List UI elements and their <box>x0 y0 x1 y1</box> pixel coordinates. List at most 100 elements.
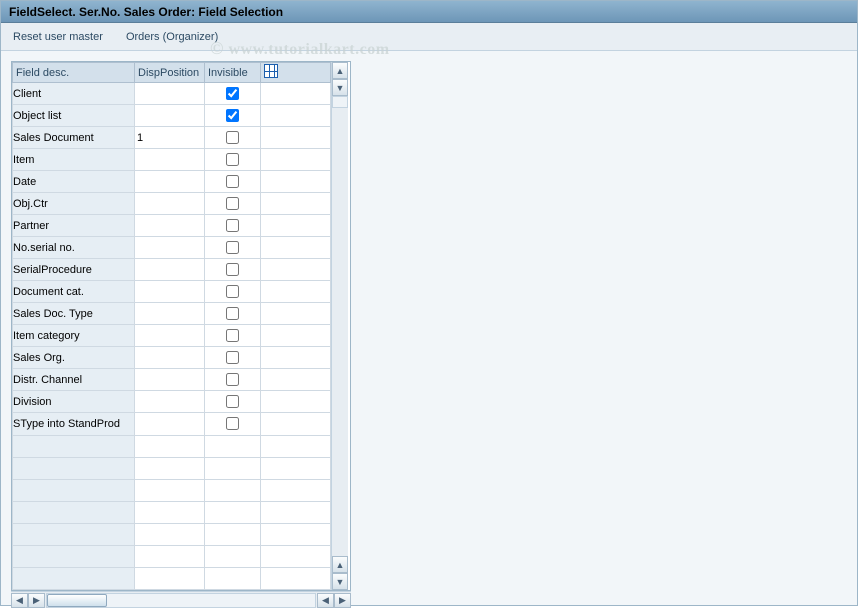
blank-cell <box>261 413 331 435</box>
empty-cell <box>205 457 261 479</box>
col-header-field-desc[interactable]: Field desc. <box>13 63 135 83</box>
field-desc-cell: Sales Org. <box>13 347 135 369</box>
field-desc-cell: Division <box>13 391 135 413</box>
scroll-down-button[interactable]: ▼ <box>332 79 348 96</box>
invisible-cell <box>205 149 261 171</box>
disp-position-input[interactable] <box>135 172 204 191</box>
empty-cell <box>205 435 261 457</box>
invisible-cell <box>205 193 261 215</box>
scroll-right-button[interactable]: ▶ <box>28 593 45 608</box>
empty-cell <box>205 567 261 589</box>
table-row: Partner <box>13 215 331 237</box>
disp-position-input[interactable] <box>135 370 204 389</box>
blank-cell <box>261 237 331 259</box>
empty-cell <box>261 435 331 457</box>
disp-position-cell <box>135 193 205 215</box>
invisible-checkbox[interactable] <box>226 417 239 430</box>
table-row: SerialProcedure <box>13 259 331 281</box>
table-row-empty <box>13 457 331 479</box>
table-row: Date <box>13 171 331 193</box>
vertical-scrollbar[interactable]: ▲ ▼ ▲ ▼ <box>331 62 348 590</box>
horizontal-scrollbar[interactable]: ◀ ▶ ◀ ▶ <box>11 591 351 608</box>
field-desc-cell: Distr. Channel <box>13 369 135 391</box>
invisible-checkbox[interactable] <box>226 241 239 254</box>
disp-position-input[interactable] <box>135 392 204 411</box>
col-header-invisible[interactable]: Invisible <box>205 63 261 83</box>
invisible-cell <box>205 105 261 127</box>
invisible-checkbox[interactable] <box>226 219 239 232</box>
field-desc-cell: Partner <box>13 215 135 237</box>
disp-position-input[interactable] <box>135 414 204 433</box>
invisible-checkbox[interactable] <box>226 351 239 364</box>
table-row-empty <box>13 523 331 545</box>
disp-position-input[interactable] <box>135 326 204 345</box>
field-desc-cell: Date <box>13 171 135 193</box>
invisible-checkbox[interactable] <box>226 307 239 320</box>
scroll-up-bottom-button[interactable]: ▲ <box>332 556 348 573</box>
col-header-select-columns[interactable] <box>261 63 331 83</box>
blank-cell <box>261 149 331 171</box>
invisible-cell <box>205 281 261 303</box>
field-selection-table: Field desc. DispPosition Invisible Clien… <box>11 61 351 591</box>
blank-cell <box>261 391 331 413</box>
invisible-checkbox[interactable] <box>226 197 239 210</box>
disp-position-cell <box>135 83 205 105</box>
disp-position-input[interactable] <box>135 128 204 147</box>
invisible-cell <box>205 303 261 325</box>
invisible-cell <box>205 215 261 237</box>
scroll-left-button[interactable]: ◀ <box>11 593 28 608</box>
empty-cell <box>135 545 205 567</box>
disp-position-input[interactable] <box>135 84 204 103</box>
table-row-empty <box>13 435 331 457</box>
blank-cell <box>261 347 331 369</box>
scroll-up-button[interactable]: ▲ <box>332 62 348 79</box>
empty-cell <box>261 545 331 567</box>
blank-cell <box>261 259 331 281</box>
invisible-cell <box>205 325 261 347</box>
invisible-checkbox[interactable] <box>226 263 239 276</box>
disp-position-cell <box>135 149 205 171</box>
disp-position-input[interactable] <box>135 238 204 257</box>
empty-cell <box>135 523 205 545</box>
invisible-checkbox[interactable] <box>226 329 239 342</box>
disp-position-input[interactable] <box>135 304 204 323</box>
table-row: Distr. Channel <box>13 369 331 391</box>
invisible-checkbox[interactable] <box>226 109 239 122</box>
disp-position-input[interactable] <box>135 282 204 301</box>
empty-cell <box>261 523 331 545</box>
invisible-checkbox[interactable] <box>226 87 239 100</box>
disp-position-input[interactable] <box>135 106 204 125</box>
disp-position-input[interactable] <box>135 260 204 279</box>
empty-cell <box>135 479 205 501</box>
invisible-checkbox[interactable] <box>226 153 239 166</box>
invisible-checkbox[interactable] <box>226 175 239 188</box>
scroll-down-bottom-button[interactable]: ▼ <box>332 573 348 590</box>
h-scroll-thumb[interactable] <box>47 594 107 607</box>
scroll-left-end-button[interactable]: ◀ <box>317 593 334 608</box>
blank-cell <box>261 325 331 347</box>
disp-position-input[interactable] <box>135 348 204 367</box>
scroll-right-end-button[interactable]: ▶ <box>334 593 351 608</box>
col-header-disp-position[interactable]: DispPosition <box>135 63 205 83</box>
content-area: Field desc. DispPosition Invisible Clien… <box>1 51 857 606</box>
invisible-checkbox[interactable] <box>226 131 239 144</box>
disp-position-input[interactable] <box>135 194 204 213</box>
empty-cell <box>13 501 135 523</box>
reset-user-master-button[interactable]: Reset user master <box>13 23 103 51</box>
invisible-checkbox[interactable] <box>226 285 239 298</box>
empty-cell <box>205 501 261 523</box>
table-row: Item category <box>13 325 331 347</box>
invisible-checkbox[interactable] <box>226 395 239 408</box>
h-scroll-track[interactable] <box>46 593 316 608</box>
invisible-checkbox[interactable] <box>226 373 239 386</box>
table-row: Object list <box>13 105 331 127</box>
disp-position-input[interactable] <box>135 216 204 235</box>
orders-organizer-button[interactable]: Orders (Organizer) <box>126 23 218 51</box>
app-toolbar: Reset user master Orders (Organizer) <box>1 23 857 51</box>
disp-position-input[interactable] <box>135 150 204 169</box>
disp-position-cell <box>135 127 205 149</box>
table-settings-icon <box>264 64 278 78</box>
empty-cell <box>205 545 261 567</box>
disp-position-cell <box>135 259 205 281</box>
empty-cell <box>13 523 135 545</box>
